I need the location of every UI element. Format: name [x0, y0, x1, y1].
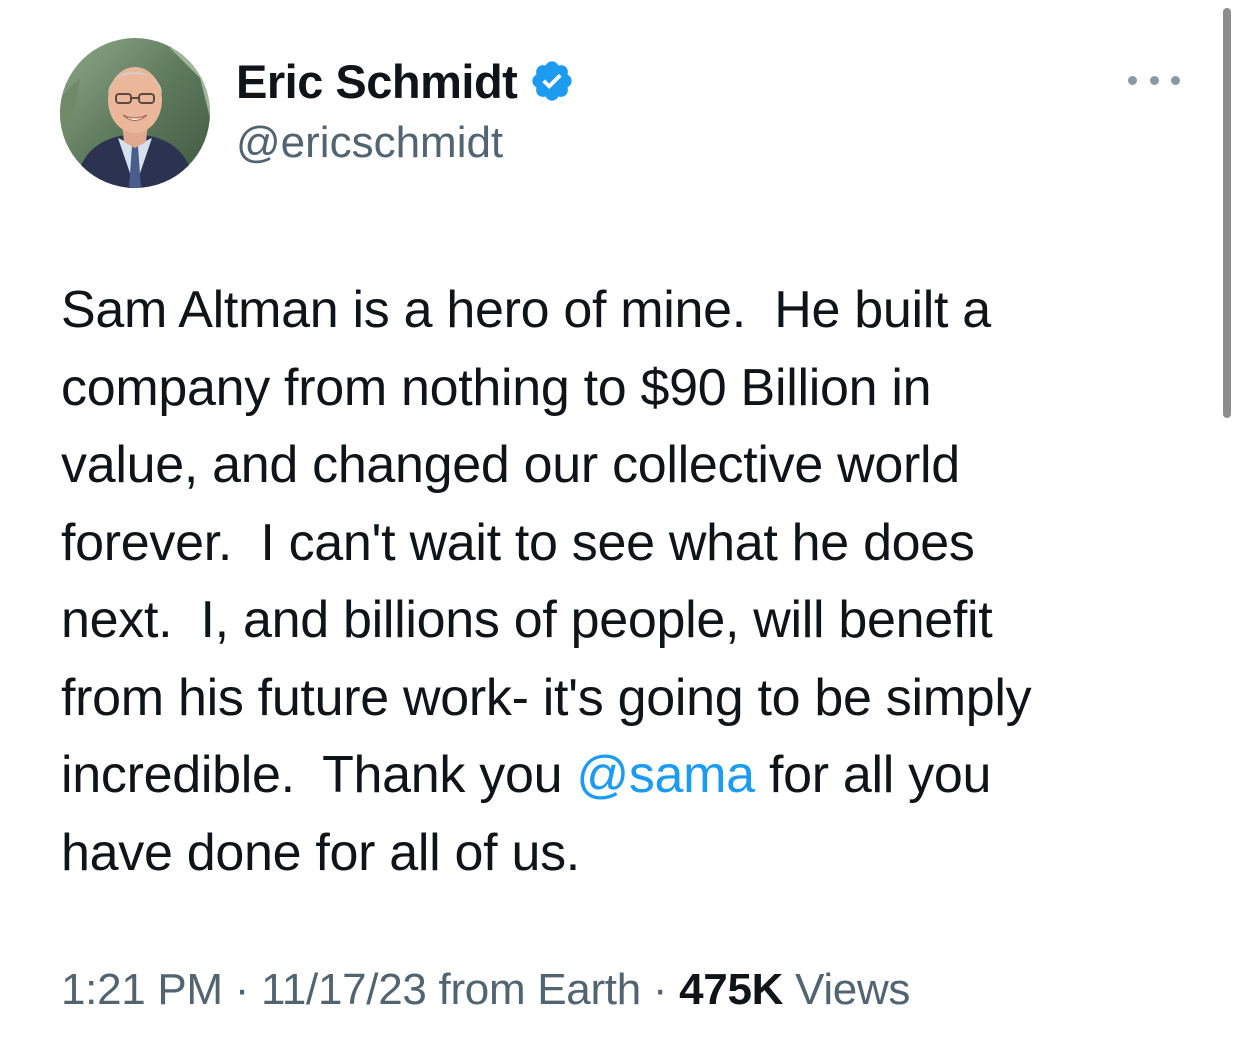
tweet-line: Sam Altman is a hero of mine. He built a: [61, 272, 1191, 350]
more-dot: [1128, 75, 1137, 85]
author-display-name[interactable]: Eric Schmidt: [236, 54, 518, 109]
tweet-text-segment: next. I, and billions of people, will be…: [61, 591, 993, 649]
tweet-line: incredible. Thank you @sama for all you: [61, 737, 1191, 815]
more-dot: [1149, 75, 1159, 85]
more-options-icon[interactable]: [1128, 66, 1180, 94]
verified-badge-icon: [532, 61, 572, 101]
tweet-line: value, and changed our collective world: [61, 427, 1191, 505]
avatar[interactable]: [60, 38, 210, 188]
tweet-text-segment: for all you: [754, 746, 992, 804]
more-dot: [1171, 75, 1180, 85]
meta-separator: ·: [222, 965, 261, 1014]
author-name-row[interactable]: Eric Schmidt: [236, 52, 575, 110]
tweet-text-segment: incredible. Thank you: [61, 746, 577, 804]
tweet-text-segment: forever. I can't wait to see what he doe…: [61, 513, 975, 572]
tweet-line: forever. I can't wait to see what he doe…: [61, 505, 1191, 583]
tweet-text-segment: Sam Altman is a hero of mine. He built a: [61, 281, 991, 339]
mention-link[interactable]: @sama: [576, 746, 755, 804]
tweet-time[interactable]: 1:21 PM: [61, 965, 223, 1014]
scrollbar[interactable]: [1223, 8, 1231, 418]
tweet-text-segment: from his future work- it's going to be s…: [61, 668, 1032, 727]
tweet-text-segment: value, and changed our collective world: [61, 436, 960, 494]
author-handle[interactable]: @ericschmidt: [236, 118, 503, 168]
tweet-text-segment: company from nothing to $90 Billion in: [61, 358, 932, 417]
avatar-photo: [60, 38, 210, 188]
tweet-line: have done for all of us.: [61, 815, 1191, 893]
tweet-line: company from nothing to $90 Billion in: [61, 350, 1191, 428]
tweet-line: next. I, and billions of people, will be…: [61, 582, 1191, 660]
views-count[interactable]: 475K: [679, 965, 783, 1014]
views-label: Views: [795, 965, 911, 1014]
tweet-text-segment: have done for all of us.: [61, 823, 580, 882]
tweet-text: Sam Altman is a hero of mine. He built a…: [61, 272, 1191, 892]
tweet-date[interactable]: 11/17/23: [261, 965, 427, 1014]
meta-separator: ·: [640, 965, 680, 1014]
tweet-source: from Earth: [438, 965, 642, 1014]
tweet-line: from his future work- it's going to be s…: [61, 660, 1191, 738]
tweet-meta: 1:21 PM · 11/17/23 from Earth · 475K Vie…: [61, 965, 910, 1015]
